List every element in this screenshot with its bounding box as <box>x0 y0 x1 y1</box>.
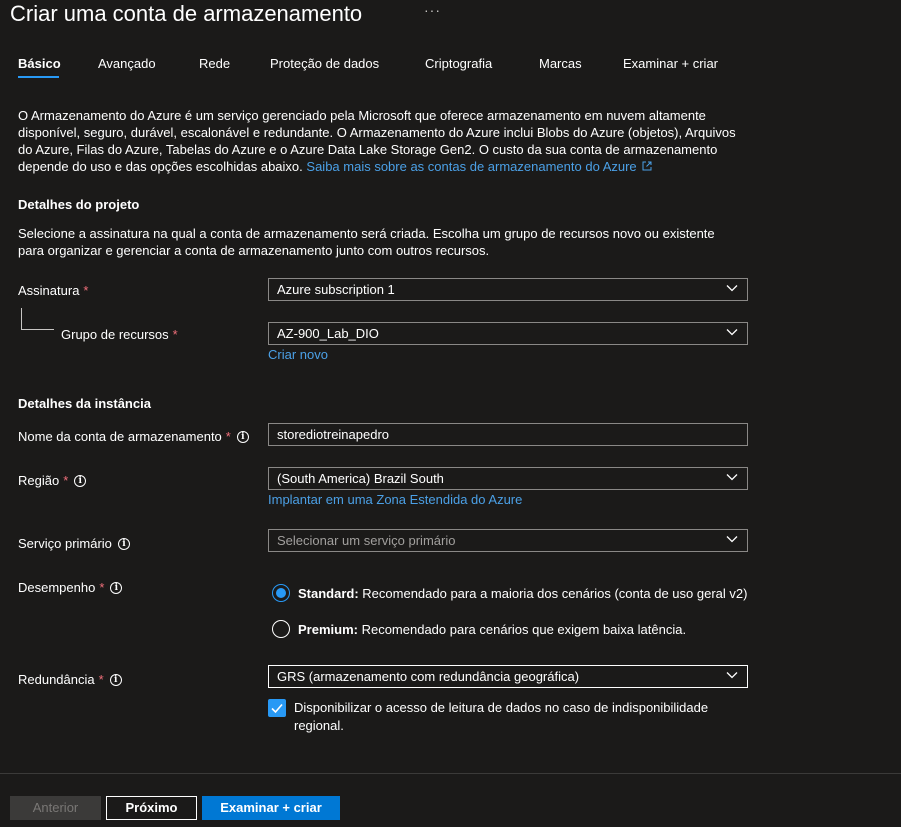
performance-standard-radio[interactable] <box>272 584 290 602</box>
region-label: Região * i <box>18 473 87 488</box>
performance-standard-label: Standard: Recomendado para a maioria dos… <box>298 586 748 601</box>
tab-marcas[interactable]: Marcas <box>539 54 582 74</box>
tree-connector-horizontal <box>21 329 54 330</box>
tab-protecao-de-dados[interactable]: Proteção de dados <box>270 54 379 74</box>
learn-more-link[interactable]: Saiba mais sobre as contas de armazename… <box>306 159 652 174</box>
required-mark: * <box>83 283 89 298</box>
read-access-checkbox[interactable] <box>268 699 286 717</box>
chevron-down-icon <box>726 672 738 679</box>
performance-label: Desempenho * i <box>18 580 123 595</box>
chevron-down-icon <box>726 329 738 336</box>
tab-basico[interactable]: Básico <box>18 54 61 74</box>
intro-paragraph: O Armazenamento do Azure é um serviço ge… <box>18 107 753 175</box>
create-new-link[interactable]: Criar novo <box>268 347 328 362</box>
tab-rede[interactable]: Rede <box>199 54 230 74</box>
tab-bar: Básico Avançado Rede Proteção de dados C… <box>0 54 901 78</box>
info-icon[interactable]: i <box>110 581 123 594</box>
read-access-label: Disponibilizar o acesso de leitura de da… <box>294 700 709 733</box>
edge-zone-link[interactable]: Implantar em uma Zona Estendida do Azure <box>268 492 522 507</box>
redundancy-label: Redundância * i <box>18 672 122 687</box>
external-link-icon <box>642 161 652 171</box>
instance-details-heading: Detalhes da instância <box>18 396 151 411</box>
chevron-down-icon <box>726 536 738 543</box>
tree-connector-vertical <box>21 308 22 329</box>
footer-divider <box>0 773 901 774</box>
performance-premium-label: Premium: Recomendado para cenários que e… <box>298 622 687 637</box>
review-create-button[interactable]: Examinar + criar <box>202 796 340 820</box>
required-mark: * <box>98 672 104 687</box>
subscription-label: Assinatura * <box>18 283 89 298</box>
required-mark: * <box>63 473 69 488</box>
resource-group-select[interactable]: AZ-900_Lab_DIO <box>268 322 748 345</box>
required-mark: * <box>99 580 105 595</box>
required-mark: * <box>172 327 178 342</box>
info-icon[interactable]: i <box>117 537 130 550</box>
tab-criptografia[interactable]: Criptografia <box>425 54 492 74</box>
info-icon[interactable]: i <box>109 673 122 686</box>
next-button[interactable]: Próximo <box>106 796 197 820</box>
page-title: Criar uma conta de armazenamento <box>10 1 363 26</box>
info-icon[interactable]: i <box>236 430 249 443</box>
storage-account-name-label: Nome da conta de armazenamento * i <box>18 429 249 444</box>
required-mark: * <box>225 429 231 444</box>
subscription-select[interactable]: Azure subscription 1 <box>268 278 748 301</box>
tab-avancado[interactable]: Avançado <box>98 54 156 74</box>
storage-account-name-input[interactable]: storediotreinapedro <box>268 423 748 446</box>
checkmark-icon <box>271 703 283 714</box>
previous-button[interactable]: Anterior <box>10 796 101 820</box>
more-options-icon[interactable]: ··· <box>424 2 441 18</box>
project-details-heading: Detalhes do projeto <box>18 197 140 212</box>
redundancy-select[interactable]: GRS (armazenamento com redundância geogr… <box>268 665 748 688</box>
info-icon[interactable]: i <box>74 474 87 487</box>
region-select[interactable]: (South America) Brazil South <box>268 467 748 490</box>
performance-premium-radio[interactable] <box>272 620 290 638</box>
project-details-description: Selecione a assinatura na qual a conta d… <box>18 226 715 258</box>
active-tab-indicator <box>18 76 59 78</box>
tab-examinar-criar[interactable]: Examinar + criar <box>623 54 718 74</box>
primary-service-label: Serviço primário i <box>18 536 130 551</box>
resource-group-label: Grupo de recursos * <box>61 327 178 342</box>
chevron-down-icon <box>726 474 738 481</box>
primary-service-select[interactable]: Selecionar um serviço primário <box>268 529 748 552</box>
chevron-down-icon <box>726 285 738 292</box>
